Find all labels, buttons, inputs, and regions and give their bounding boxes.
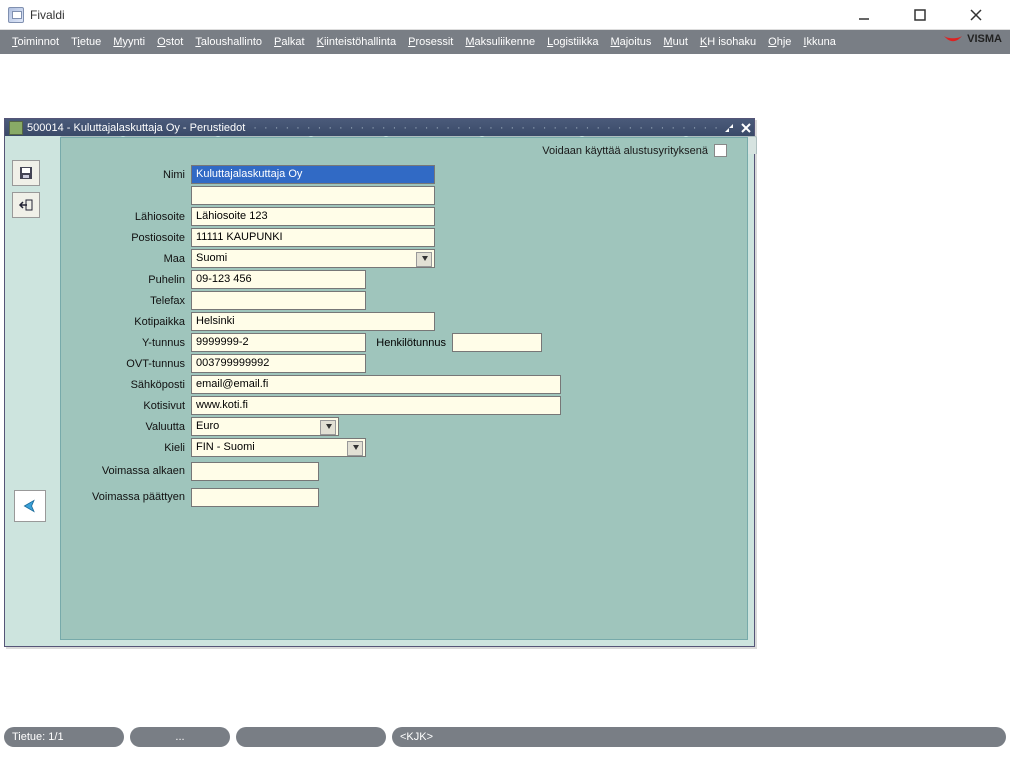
menu-muut[interactable]: Muut	[657, 36, 693, 48]
main-menu-bar: Toiminnot Tietue Myynti Ostot Taloushall…	[0, 30, 1010, 54]
menu-kiinteistohallinta[interactable]: Kiinteistöhallinta	[311, 36, 403, 48]
menu-toiminnot[interactable]: Toiminnot	[6, 36, 65, 48]
label-lahiosoite: Lähiosoite	[73, 211, 191, 223]
label-telefax: Telefax	[73, 295, 191, 307]
form-panel: Voidaan käyttää alustusyrityksenä Tilika…	[60, 137, 748, 640]
window-minimize-button[interactable]	[842, 1, 886, 29]
sahkoposti-field[interactable]: email@email.fi	[191, 375, 561, 394]
voimassa-paattyen-field[interactable]	[191, 488, 319, 507]
window-close-button[interactable]	[954, 1, 998, 29]
status-bar: Tietue: 1/1 ... <KJK>	[4, 721, 1006, 753]
status-cell-2: ...	[130, 727, 230, 747]
menu-myynti[interactable]: Myynti	[107, 36, 151, 48]
label-kotisivut: Kotisivut	[73, 400, 191, 412]
label-voimassa-alkaen: Voimassa alkaen	[73, 466, 191, 477]
label-henkilotunnus: Henkilötunnus	[366, 337, 452, 349]
menu-palkat[interactable]: Palkat	[268, 36, 311, 48]
menu-logistiikka[interactable]: Logistiikka	[541, 36, 604, 48]
template-company-checkbox[interactable]	[714, 144, 727, 157]
ovt-field[interactable]: 003799999992	[191, 354, 366, 373]
label-valuutta: Valuutta	[73, 421, 191, 433]
puhelin-field[interactable]: 09-123 456	[191, 270, 366, 289]
kotipaikka-field[interactable]: Helsinki	[191, 312, 435, 331]
exit-button[interactable]	[12, 192, 40, 218]
menu-prosessit[interactable]: Prosessit	[402, 36, 459, 48]
nimi2-field[interactable]	[191, 186, 435, 205]
label-ovt: OVT-tunnus	[73, 358, 191, 370]
status-record: Tietue: 1/1	[4, 727, 124, 747]
status-user: <KJK>	[392, 727, 1006, 747]
label-ytunnus: Y-tunnus	[73, 337, 191, 349]
voimassa-alkaen-field[interactable]	[191, 462, 319, 481]
menu-tietue[interactable]: Tietue	[65, 36, 107, 48]
window-maximize-button[interactable]	[898, 1, 942, 29]
label-puhelin: Puhelin	[73, 274, 191, 286]
menu-ostot[interactable]: Ostot	[151, 36, 189, 48]
template-company-label: Voidaan käyttää alustusyrityksenä	[542, 145, 708, 157]
postiosoite-field[interactable]: 11111 KAUPUNKI	[191, 228, 435, 247]
save-button[interactable]	[12, 160, 40, 186]
label-kotipaikka: Kotipaikka	[73, 316, 191, 328]
menu-kh-isohaku[interactable]: KH isohaku	[694, 36, 762, 48]
brand-logo: VISMA	[943, 32, 1002, 46]
kieli-combo[interactable]: FIN - Suomi	[191, 438, 366, 457]
window-title: Fivaldi	[30, 8, 842, 22]
nav-toolbar	[14, 490, 46, 522]
java-app-icon	[8, 7, 24, 23]
label-nimi: Nimi	[73, 169, 191, 181]
lahiosoite-field[interactable]: Lähiosoite 123	[191, 207, 435, 226]
menu-ohje[interactable]: Ohje	[762, 36, 797, 48]
window-titlebar: Fivaldi	[0, 0, 1010, 30]
template-company-row: Voidaan käyttää alustusyrityksenä	[542, 144, 727, 157]
nav-arrow-button[interactable]	[14, 490, 46, 522]
titlebar-decoration: · · · · · · · · · · · · · · · · · · · · …	[253, 122, 720, 134]
menu-maksuliikenne[interactable]: Maksuliikenne	[459, 36, 541, 48]
internal-close-button[interactable]	[737, 120, 754, 135]
henkilotunnus-field[interactable]	[452, 333, 542, 352]
menu-taloushallinto[interactable]: Taloushallinto	[189, 36, 268, 48]
internal-window-icon	[9, 121, 23, 135]
valuutta-combo[interactable]: Euro	[191, 417, 339, 436]
menu-ikkuna[interactable]: Ikkuna	[797, 36, 841, 48]
label-kieli: Kieli	[73, 442, 191, 454]
telefax-field[interactable]	[191, 291, 366, 310]
nimi-field[interactable]: Kuluttajalaskuttaja Oy	[191, 165, 435, 184]
kotisivut-field[interactable]: www.koti.fi	[191, 396, 561, 415]
internal-window-title: 500014 - Kuluttajalaskuttaja Oy - Perust…	[27, 122, 245, 134]
label-maa: Maa	[73, 253, 191, 265]
ytunnus-field[interactable]: 9999999-2	[191, 333, 366, 352]
label-voimassa-paattyen: Voimassa päättyen	[73, 492, 191, 503]
internal-window-titlebar[interactable]: 500014 - Kuluttajalaskuttaja Oy - Perust…	[5, 119, 754, 136]
left-toolbar	[12, 160, 40, 218]
label-sahkoposti: Sähköposti	[73, 379, 191, 391]
menu-majoitus[interactable]: Majoitus	[604, 36, 657, 48]
label-postiosoite: Postiosoite	[73, 232, 191, 244]
internal-maximize-button[interactable]	[720, 120, 737, 135]
status-cell-3	[236, 727, 386, 747]
internal-window: 500014 - Kuluttajalaskuttaja Oy - Perust…	[4, 118, 755, 647]
maa-combo[interactable]: Suomi	[191, 249, 435, 268]
